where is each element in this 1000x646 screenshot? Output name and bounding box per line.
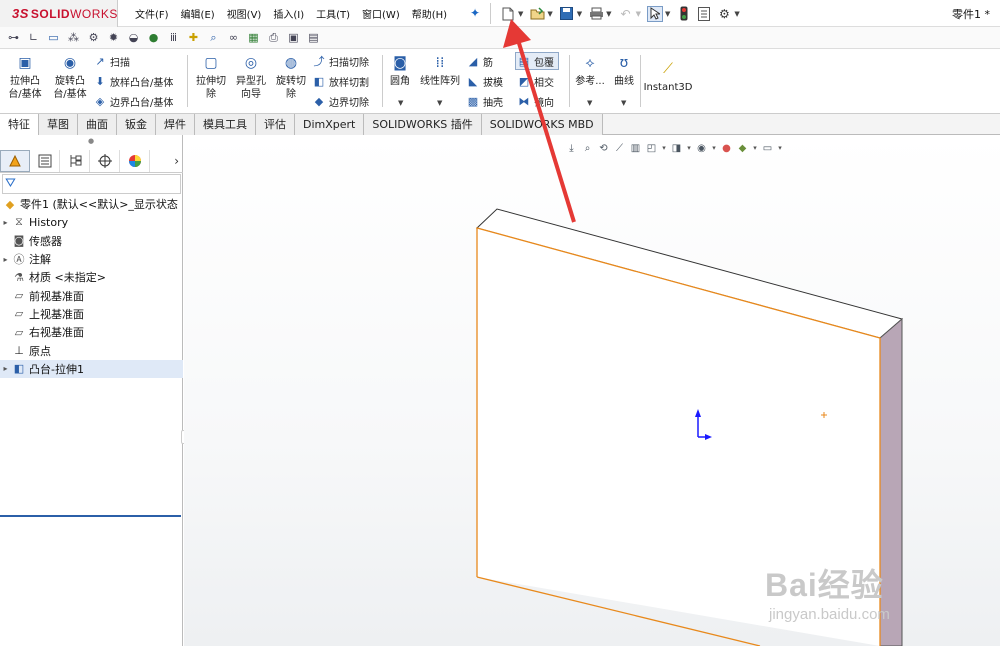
watermark-url-text: jingyan.baidu.com: [769, 606, 890, 623]
red-annotation-arrow-icon: [503, 19, 576, 223]
model-canvas: [476, 19, 904, 646]
baidu-jingyan-watermark: Bai经验 jingyan.baidu.com: [765, 560, 890, 623]
watermark-main-text: Bai经验: [765, 567, 884, 603]
